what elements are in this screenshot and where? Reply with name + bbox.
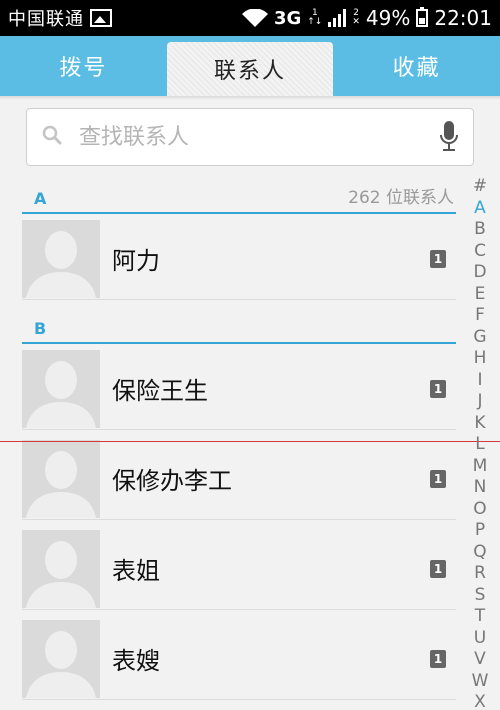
sim1-signal-icon: 1 ↑↓ xyxy=(307,8,323,27)
index-letter[interactable]: T xyxy=(475,606,485,628)
avatar[interactable] xyxy=(22,349,100,428)
divider-line xyxy=(0,441,500,442)
index-letter[interactable]: G xyxy=(473,327,486,349)
index-letter[interactable]: R xyxy=(474,563,486,585)
contact-row[interactable]: 保险王生 1 xyxy=(22,348,456,430)
sim-card-icon: 1 xyxy=(430,559,446,578)
avatar[interactable] xyxy=(22,439,100,518)
status-bar: 中国联通 3G 1 ↑↓ 2 ✕ 49% 22:01 xyxy=(0,0,500,36)
index-letter[interactable]: X xyxy=(474,692,486,710)
section-letter: A xyxy=(34,189,47,208)
index-letter[interactable]: J xyxy=(477,391,482,413)
index-letter[interactable]: E xyxy=(475,284,486,306)
battery-icon xyxy=(416,7,429,27)
tab-bar: 拨号 联系人 收藏 xyxy=(0,36,500,96)
contact-row[interactable]: 阿力 1 xyxy=(22,218,456,300)
avatar[interactable] xyxy=(22,529,100,608)
index-letter[interactable]: S xyxy=(475,585,486,607)
contact-row[interactable]: 保修办李工 1 xyxy=(22,438,456,520)
contact-name: 表嫂 xyxy=(112,647,160,675)
avatar[interactable] xyxy=(22,219,100,298)
signal-bars-icon xyxy=(328,9,347,27)
index-letter[interactable]: U xyxy=(474,628,486,650)
index-letter[interactable]: V xyxy=(474,649,486,671)
index-letter[interactable]: W xyxy=(472,671,489,693)
index-letter[interactable]: O xyxy=(473,499,486,521)
status-right: 3G 1 ↑↓ 2 ✕ 49% 22:01 xyxy=(241,6,492,30)
index-letter[interactable]: F xyxy=(475,305,485,327)
index-letter[interactable]: P xyxy=(475,520,485,542)
contact-name: 阿力 xyxy=(112,247,160,275)
index-letter[interactable]: Q xyxy=(473,542,486,564)
tab-shadow xyxy=(0,96,500,100)
alphabet-index[interactable]: # A B C D E F G H I J K L M N O P Q R S T U V W X xyxy=(468,176,492,710)
sim2-no-signal-icon: 2 ✕ xyxy=(352,8,360,27)
section-header-a: A 262 位联系人 xyxy=(22,184,456,214)
contact-name: 保修办李工 xyxy=(112,467,232,495)
contacts-screen: 中国联通 3G 1 ↑↓ 2 ✕ 49% 22:01 拨号 联系人 收藏 查找联… xyxy=(0,0,500,710)
search-icon xyxy=(41,124,63,150)
index-letter[interactable]: # xyxy=(473,176,487,198)
index-letter[interactable]: L xyxy=(475,434,484,456)
section-letter: B xyxy=(34,319,47,338)
index-letter[interactable]: B xyxy=(474,219,486,241)
section-header-b: B xyxy=(22,314,456,344)
index-letter[interactable]: N xyxy=(474,477,487,499)
contact-name: 保险王生 xyxy=(112,377,208,405)
index-letter[interactable]: I xyxy=(477,370,482,392)
sim-card-icon: 1 xyxy=(430,469,446,488)
sim-card-icon: 1 xyxy=(430,249,446,268)
avatar[interactable] xyxy=(22,619,100,698)
image-notification-icon xyxy=(90,9,112,27)
index-letter[interactable]: M xyxy=(473,456,488,478)
index-letter[interactable]: C xyxy=(474,241,486,263)
microphone-icon[interactable] xyxy=(439,121,459,153)
tab-dialer[interactable]: 拨号 xyxy=(0,36,167,96)
tab-contacts[interactable]: 联系人 xyxy=(166,42,334,96)
contact-name: 表姐 xyxy=(112,557,160,585)
search-box[interactable] xyxy=(26,108,474,166)
contact-row[interactable]: 表嫂 1 xyxy=(22,618,456,700)
tab-favorites[interactable]: 收藏 xyxy=(333,36,500,96)
index-letter[interactable]: A xyxy=(474,198,486,220)
network-type-label: 3G xyxy=(273,7,302,29)
index-letter[interactable]: H xyxy=(474,348,487,370)
wifi-icon xyxy=(241,9,268,27)
sim-card-icon: 1 xyxy=(430,379,446,398)
contact-row[interactable]: 表姐 1 xyxy=(22,528,456,610)
index-letter[interactable]: K xyxy=(474,413,485,435)
search-input[interactable] xyxy=(79,124,439,150)
carrier-label: 中国联通 xyxy=(8,9,84,30)
sim-card-icon: 1 xyxy=(430,649,446,668)
clock-label: 22:01 xyxy=(434,6,492,30)
index-letter[interactable]: D xyxy=(473,262,486,284)
battery-percent: 49% xyxy=(365,6,411,30)
contact-count: 262 位联系人 xyxy=(348,188,454,208)
